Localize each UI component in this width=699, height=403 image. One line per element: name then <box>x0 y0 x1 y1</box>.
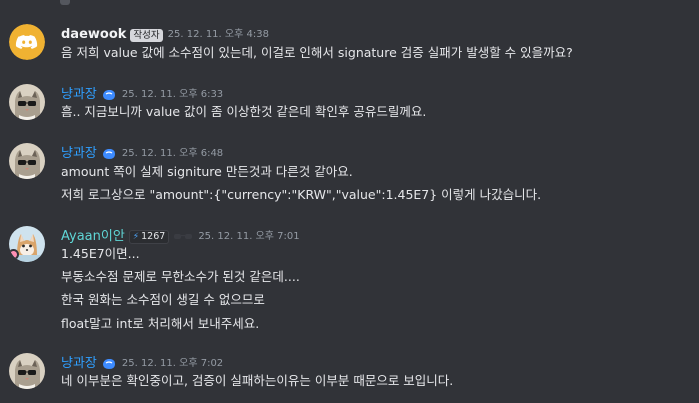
timestamp[interactable]: 25. 12. 11. 오후 7:02 <box>122 355 223 373</box>
role-icon <box>102 90 115 100</box>
message-text: 한국 원화는 소수점이 생길 수 없으므로 <box>61 292 265 307</box>
timestamp[interactable]: 25. 12. 11. 오후 4:38 <box>168 26 269 44</box>
message-header: 냥과장 25. 12. 11. 오후 7:02 <box>61 355 223 373</box>
username[interactable]: Ayaan이안 <box>61 228 125 246</box>
lightning-icon: ⚡ <box>132 232 140 242</box>
message-header: daewook 작성자 25. 12. 11. 오후 4:38 <box>61 26 269 44</box>
message-text: 네 이부분은 확인중이고, 검증이 실패하는이유는 이부분 때문으로 보입니다. <box>61 373 454 388</box>
previous-message-edge <box>60 0 70 5</box>
message-header: 냥과장 25. 12. 11. 오후 6:48 <box>61 145 223 163</box>
message-text: amount 쪽이 실제 signiture 만든것과 다른것 같아요. <box>61 164 353 179</box>
avatar[interactable] <box>9 226 45 262</box>
message-header: Ayaan이안 ⚡ 1267 25. 12. 11. 오후 7:01 <box>61 228 300 246</box>
discord-logo-icon <box>9 24 45 60</box>
username[interactable]: daewook <box>61 26 126 44</box>
timestamp[interactable]: 25. 12. 11. 오후 6:33 <box>122 86 223 104</box>
message-text: 음 저희 value 값에 소수점이 있는데, 이걸로 인해서 signatur… <box>61 45 573 60</box>
cat-avatar-icon <box>9 353 45 389</box>
avatar[interactable] <box>9 143 45 179</box>
role-icon <box>102 359 115 369</box>
boost-badge: ⚡ 1267 <box>128 230 170 244</box>
timestamp[interactable]: 25. 12. 11. 오후 6:48 <box>122 145 223 163</box>
message-text: float말고 int로 처리해서 보내주세요. <box>61 316 260 331</box>
cat-avatar-icon <box>9 143 45 179</box>
role-icon <box>102 149 115 159</box>
chat-message-list[interactable]: daewook 작성자 25. 12. 11. 오후 4:38 음 저희 val… <box>0 0 699 403</box>
avatar[interactable] <box>9 353 45 389</box>
boost-count: 1267 <box>141 231 166 242</box>
message-text: 흠.. 지금보니까 value 값이 좀 이상한것 같은데 확인후 공유드릴께요… <box>61 104 427 119</box>
username[interactable]: 냥과장 <box>61 145 97 163</box>
message-text: 1.45E7이면... <box>61 246 140 261</box>
avatar[interactable] <box>9 24 45 60</box>
author-badge: 작성자 <box>130 28 163 42</box>
timestamp[interactable]: 25. 12. 11. 오후 7:01 <box>198 228 299 246</box>
message-text: 저희 로그상으로 "amount":{"currency":"KRW","val… <box>61 187 542 202</box>
cat-avatar-icon <box>9 84 45 120</box>
sunglasses-icon <box>174 234 193 239</box>
avatar[interactable] <box>9 84 45 120</box>
username[interactable]: 냥과장 <box>61 355 97 373</box>
message-header: 냥과장 25. 12. 11. 오후 6:33 <box>61 86 223 104</box>
message-text: 부동소수점 문제로 무한소수가 된것 같은데.... <box>61 269 300 284</box>
username[interactable]: 냥과장 <box>61 86 97 104</box>
